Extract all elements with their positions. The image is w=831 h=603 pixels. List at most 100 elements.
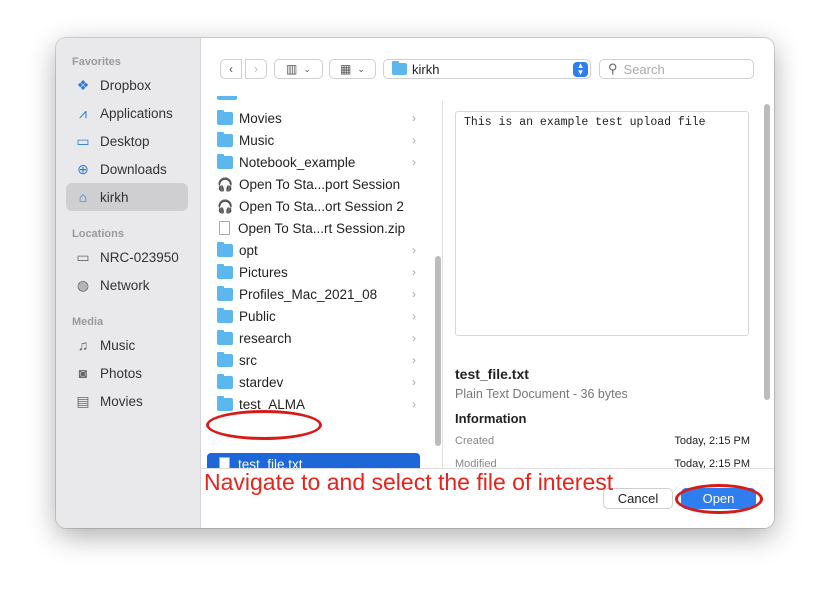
preview-kind: Plain Text Document - 36 bytes [455, 387, 628, 401]
chevron-right-icon: › [412, 375, 416, 389]
headset-icon: 🎧 [217, 176, 234, 192]
network-icon: ◍ [76, 276, 90, 293]
dropbox-icon: ❖ [76, 76, 90, 93]
sidebar-item-label: Movies [100, 393, 143, 409]
list-item[interactable]: Open To Sta...rt Session.zip [207, 217, 420, 239]
sidebar-item-network[interactable]: ◍ Network [66, 271, 188, 299]
chevron-down-icon: ⌄ [303, 63, 311, 74]
file-list-scrollbar[interactable] [435, 256, 441, 446]
sidebar-item-label: Photos [100, 365, 143, 381]
folder-icon [217, 307, 233, 323]
folder-icon [392, 61, 407, 75]
sidebar: Favorites ❖ Dropbox ⩘ Applications ▭ Des… [56, 38, 201, 528]
sidebar-item-label: NRC-023950 [100, 249, 179, 265]
list-item[interactable]: Public › [207, 305, 420, 327]
sidebar-item-photos[interactable]: ◙ Photos [66, 359, 188, 387]
chevron-right-icon: › [412, 331, 416, 345]
view-mode-button[interactable]: ▥ ⌄ [274, 59, 323, 79]
sidebar-item-downloads[interactable]: ⊕ Downloads [66, 155, 188, 183]
sidebar-item-music[interactable]: ♫ Music [66, 331, 188, 359]
preview-scrollbar[interactable] [764, 104, 770, 400]
folder-icon [217, 373, 233, 389]
favorites-heading: Favorites [72, 56, 121, 68]
folder-icon [217, 351, 233, 367]
created-row: Created Today, 2:15 PM [455, 435, 750, 447]
created-value: Today, 2:15 PM [674, 435, 750, 447]
photos-icon: ◙ [78, 365, 88, 381]
media-heading: Media [72, 316, 104, 328]
chevron-right-icon: › [412, 287, 416, 301]
list-item[interactable]: 🎧 Open To Sta...ort Session 2 [207, 195, 420, 217]
movies-icon: ▤ [76, 392, 90, 409]
search-placeholder: Search [623, 61, 665, 77]
highlight-ellipse-open [675, 484, 763, 514]
folder-icon [217, 329, 233, 345]
sidebar-item-applications[interactable]: ⩘ Applications [66, 99, 188, 127]
list-item[interactable]: stardev › [207, 371, 420, 393]
sidebar-item-label: Music [100, 337, 136, 353]
chevron-right-icon: › [412, 243, 416, 257]
computer-icon: ▭ [76, 248, 90, 265]
column-divider[interactable] [442, 100, 443, 468]
search-field[interactable]: ⚲ Search [599, 59, 754, 79]
folder-icon [217, 263, 233, 279]
folder-icon [217, 109, 233, 125]
list-item[interactable]: Pictures › [207, 261, 420, 283]
home-icon: ⌂ [78, 189, 88, 205]
chevron-left-icon: ‹ [229, 62, 233, 76]
path-popup[interactable]: kirkh ▴ ▾ [383, 59, 591, 79]
sidebar-item-dropbox[interactable]: ❖ Dropbox [66, 71, 188, 99]
sidebar-item-movies[interactable]: ▤ Movies [66, 387, 188, 415]
chevron-right-icon: › [412, 133, 416, 147]
chevron-right-icon: › [412, 155, 416, 169]
preview-pane: This is an example test upload file [455, 111, 749, 336]
preview-filename: test_file.txt [455, 366, 529, 382]
list-item-selected[interactable]: test_file.txt [207, 453, 420, 468]
grid-icon: ▦ [340, 62, 352, 76]
sidebar-item-label: Desktop [100, 133, 150, 149]
sidebar-item-label: Dropbox [100, 77, 152, 93]
chevron-right-icon: › [254, 62, 258, 76]
headset-icon: 🎧 [217, 198, 234, 214]
list-item[interactable]: Profiles_Mac_2021_08 › [207, 283, 420, 305]
list-item[interactable]: Notebook_example › [207, 151, 420, 173]
list-item[interactable]: 🎧 Open To Sta...port Session [207, 173, 420, 195]
chevron-right-icon: › [412, 353, 416, 367]
chevron-right-icon: › [412, 111, 416, 125]
locations-heading: Locations [72, 228, 124, 240]
desktop-icon: ▭ [76, 132, 90, 149]
back-button[interactable]: ‹ [220, 59, 242, 79]
information-heading: Information [455, 411, 527, 426]
group-by-button[interactable]: ▦ ⌄ [329, 59, 376, 79]
list-item[interactable]: Music › [207, 129, 420, 151]
list-item[interactable]: src › [207, 349, 420, 371]
sidebar-item-desktop[interactable]: ▭ Desktop [66, 127, 188, 155]
list-item[interactable]: Movies › [207, 107, 420, 129]
list-item[interactable]: opt › [207, 239, 420, 261]
folder-icon [217, 241, 233, 257]
list-item[interactable]: research › [207, 327, 420, 349]
sidebar-item-kirkh[interactable]: ⌂ kirkh [66, 183, 188, 211]
sidebar-item-label: Downloads [100, 161, 167, 177]
file-open-dialog: Favorites ❖ Dropbox ⩘ Applications ▭ Des… [56, 38, 774, 528]
folder-icon [217, 285, 233, 301]
folder-icon [217, 131, 233, 147]
document-icon [219, 457, 230, 468]
highlight-ellipse-file [206, 410, 322, 440]
columns-view-icon: ▥ [286, 62, 298, 76]
folder-icon [217, 153, 233, 169]
stepper-icon: ▴ ▾ [573, 61, 588, 77]
forward-button[interactable]: › [245, 59, 267, 79]
sidebar-item-label: kirkh [100, 189, 129, 205]
sidebar-item-nrc-023950[interactable]: ▭ NRC-023950 [66, 243, 188, 271]
cancel-button[interactable]: Cancel [603, 488, 673, 509]
sidebar-item-label: Applications [100, 105, 173, 121]
path-label: kirkh [412, 61, 440, 77]
folder-icon [217, 395, 233, 411]
chevron-right-icon: › [412, 309, 416, 323]
chevron-down-icon: ⌄ [357, 63, 365, 74]
sidebar-item-label: Network [100, 277, 150, 293]
preview-content: This is an example test upload file [464, 116, 706, 129]
downloads-icon: ⊕ [77, 160, 89, 177]
annotation-text: Navigate to and select the file of inter… [204, 469, 614, 495]
